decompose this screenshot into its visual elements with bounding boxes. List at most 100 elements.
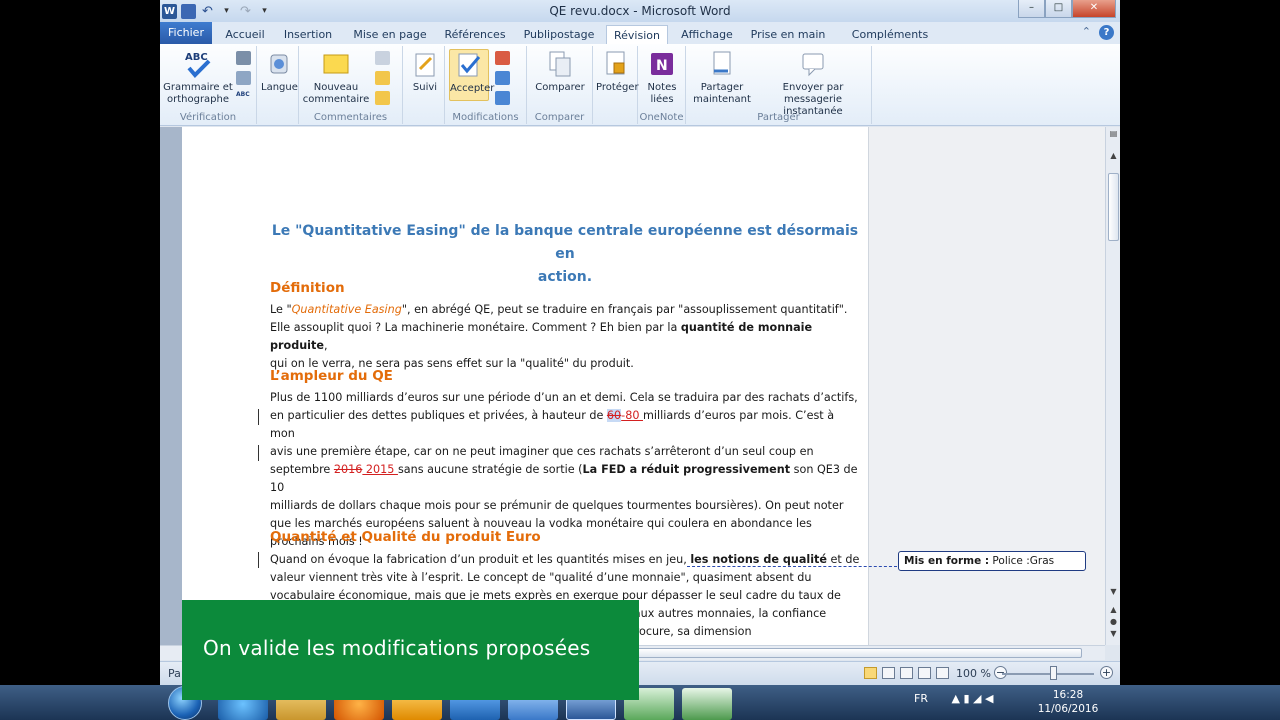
ribbon-right-controls: ⌃ ? (1082, 25, 1114, 40)
delete-comment-icon[interactable] (375, 51, 390, 65)
screen: W ↶ ▾ ↷ ▾ QE revu.docx - Microsoft Word … (0, 0, 1280, 720)
language-icon (270, 54, 288, 74)
group-verification: ABC Grammaire et orthographe ABC Vérific… (160, 46, 257, 124)
change-bar (258, 445, 259, 461)
balloon-connector (687, 566, 897, 567)
group-commentaires: Nouveau commentaire Commentaires (299, 46, 403, 124)
tab-publipostage[interactable]: Publipostage (520, 25, 598, 44)
next-comment-icon[interactable] (375, 91, 390, 105)
window-title: QE revu.docx - Microsoft Word (549, 4, 731, 18)
tab-references[interactable]: Références (442, 25, 508, 44)
tab-revision[interactable]: Révision (606, 25, 668, 44)
vertical-scroll-thumb[interactable] (1108, 173, 1119, 241)
group-partager: Partager maintenant Envoyer par messager… (686, 46, 872, 124)
tray-icons[interactable]: ▲ ▮ ◢ ◀ (951, 692, 993, 705)
language-indicator[interactable]: FR (914, 692, 928, 705)
next-change-icon[interactable] (495, 91, 510, 105)
protect-icon (606, 51, 625, 75)
previous-comment-icon[interactable] (375, 71, 390, 85)
group-suivi: Suivi (403, 46, 445, 124)
change-bar (258, 409, 259, 425)
caption-text: On valide les modifications proposées (203, 636, 591, 660)
view-buttons (864, 667, 949, 679)
ruler-toggle-icon[interactable]: ▤ (1106, 129, 1120, 138)
previous-page-icon[interactable]: ▲ (1106, 605, 1120, 614)
thesaurus-icon[interactable] (236, 71, 251, 85)
ribbon: ABC Grammaire et orthographe ABC Vérific… (160, 44, 1120, 126)
help-icon[interactable]: ? (1099, 25, 1114, 40)
accept-icon (458, 53, 481, 77)
compare-icon (549, 51, 571, 77)
share-now-button[interactable]: Partager maintenant (688, 49, 756, 106)
tab-fichier[interactable]: Fichier (160, 22, 212, 44)
group-proteger: Protéger (593, 46, 639, 124)
accept-button[interactable]: Accepter (449, 49, 494, 101)
close-button[interactable]: ✕ (1072, 0, 1116, 18)
heading-definition: Définition (270, 280, 345, 296)
web-layout-icon[interactable] (900, 667, 913, 679)
tab-affichage[interactable]: Affichage (676, 25, 738, 44)
print-layout-icon[interactable] (864, 667, 877, 679)
new-comment-button[interactable]: Nouveau commentaire (301, 49, 371, 106)
previous-change-icon[interactable] (495, 71, 510, 85)
new-comment-icon (323, 54, 349, 74)
next-page-icon[interactable]: ▼ (1106, 629, 1120, 638)
svg-text:ABC: ABC (185, 52, 208, 63)
zoom-level[interactable]: 100 % (956, 667, 991, 680)
send-im-button[interactable]: Envoyer par messagerie instantanée (756, 49, 870, 118)
deleted-text: 60 (606, 409, 622, 422)
paragraph-definition: Le "Quantitative Easing", en abrégé QE, … (270, 303, 848, 370)
language-button[interactable]: Langue (261, 49, 298, 94)
title-bar: W ↶ ▾ ↷ ▾ QE revu.docx - Microsoft Word … (160, 0, 1120, 22)
document-page[interactable]: Le "Quantitative Easing" de la banque ce… (182, 127, 868, 645)
share-now-icon (713, 51, 731, 75)
instant-message-icon (802, 53, 824, 77)
protect-button[interactable]: Protéger (596, 49, 639, 94)
tab-insertion[interactable]: Insertion (282, 25, 334, 44)
caption-overlay: On valide les modifications proposées (182, 600, 639, 700)
deleted-text: 2016 (333, 463, 363, 476)
reject-icon[interactable] (495, 51, 510, 65)
zoom-thumb[interactable] (1050, 666, 1057, 680)
camtasia-recorder-icon[interactable] (682, 688, 732, 720)
paragraph-ampleur: Plus de 1100 milliards d’euros sur une p… (270, 391, 858, 548)
draft-icon[interactable] (936, 667, 949, 679)
page-indicator[interactable]: Pa (168, 667, 181, 680)
system-tray: FR ▲ ▮ ◢ ◀ (914, 692, 993, 705)
inserted-text: 2015 (362, 463, 398, 476)
word-count-icon[interactable]: ABC (236, 91, 251, 105)
scroll-up-icon[interactable]: ▲ (1106, 151, 1120, 160)
linked-notes-button[interactable]: N Notes liées (642, 49, 682, 106)
heading-quantite-qualite: Quantité et Qualité du produit Euro (270, 529, 541, 545)
group-langue: Langue (257, 46, 299, 124)
change-bar (258, 552, 259, 568)
tab-mise-en-page[interactable]: Mise en page (350, 25, 430, 44)
document-title: Le "Quantitative Easing" de la banque ce… (271, 223, 859, 285)
heading-ampleur: L’ampleur du QE (270, 368, 393, 384)
zoom-slider[interactable] (1002, 673, 1094, 675)
tab-prise-en-main[interactable]: Prise en main (750, 25, 826, 44)
browse-object-icon[interactable]: ● (1106, 617, 1120, 626)
window-controls: – □ ✕ (1018, 0, 1116, 18)
onenote-icon: N (651, 53, 673, 75)
tracking-button[interactable]: Suivi (407, 49, 443, 94)
minimize-ribbon-icon[interactable]: ⌃ (1082, 25, 1091, 40)
outline-icon[interactable] (918, 667, 931, 679)
group-onenote: N Notes liées OneNote (638, 46, 686, 124)
spelling-check-icon: ABC (185, 52, 211, 78)
tab-accueil[interactable]: Accueil (222, 25, 268, 44)
compare-button[interactable]: Comparer (531, 49, 589, 94)
minimize-button[interactable]: – (1018, 0, 1045, 18)
inserted-text: -80 (621, 409, 644, 422)
research-icon[interactable] (236, 51, 251, 65)
full-screen-icon[interactable] (882, 667, 895, 679)
maximize-button[interactable]: □ (1045, 0, 1072, 18)
formatting-balloon[interactable]: Mis en forme : Police :Gras (898, 551, 1086, 571)
spelling-grammar-button[interactable]: ABC Grammaire et orthographe (162, 49, 234, 106)
clock[interactable]: 16:28 11/06/2016 (1032, 688, 1104, 716)
track-changes-icon (415, 53, 435, 77)
zoom-in-icon[interactable]: + (1100, 666, 1113, 679)
tab-complements-bdf[interactable]: Compléments BDF (840, 25, 940, 60)
vertical-scrollbar[interactable]: ▤ ▲ ▼ ▲ ● ▼ (1105, 127, 1120, 645)
scroll-down-icon[interactable]: ▼ (1106, 587, 1120, 596)
